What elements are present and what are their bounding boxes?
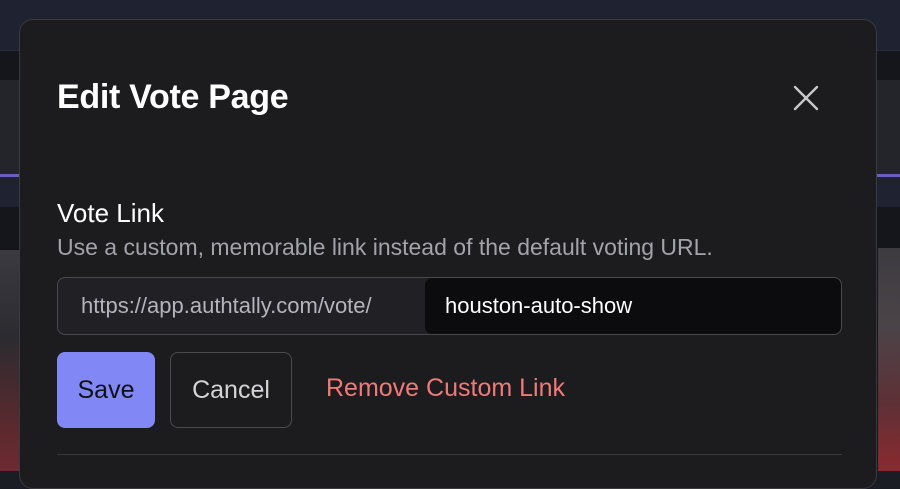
background-photo-right — [878, 248, 900, 471]
custom-slug-input[interactable] — [425, 278, 841, 334]
vote-link-label: Vote Link — [57, 198, 164, 228]
save-button[interactable]: Save — [57, 352, 155, 428]
remove-custom-link-button[interactable]: Remove Custom Link — [326, 374, 565, 403]
modal-title: Edit Vote Page — [57, 78, 289, 116]
cancel-button[interactable]: Cancel — [170, 352, 292, 428]
vote-link-description: Use a custom, memorable link instead of … — [57, 234, 713, 260]
divider — [57, 454, 842, 455]
url-prefix: https://app.authtally.com/vote/ — [81, 293, 372, 318]
close-button[interactable] — [786, 78, 826, 118]
edit-vote-page-modal: Edit Vote Page Vote Link Use a custom, m… — [19, 19, 877, 489]
vote-link-field: https://app.authtally.com/vote/ — [57, 277, 842, 335]
close-icon — [793, 85, 819, 111]
